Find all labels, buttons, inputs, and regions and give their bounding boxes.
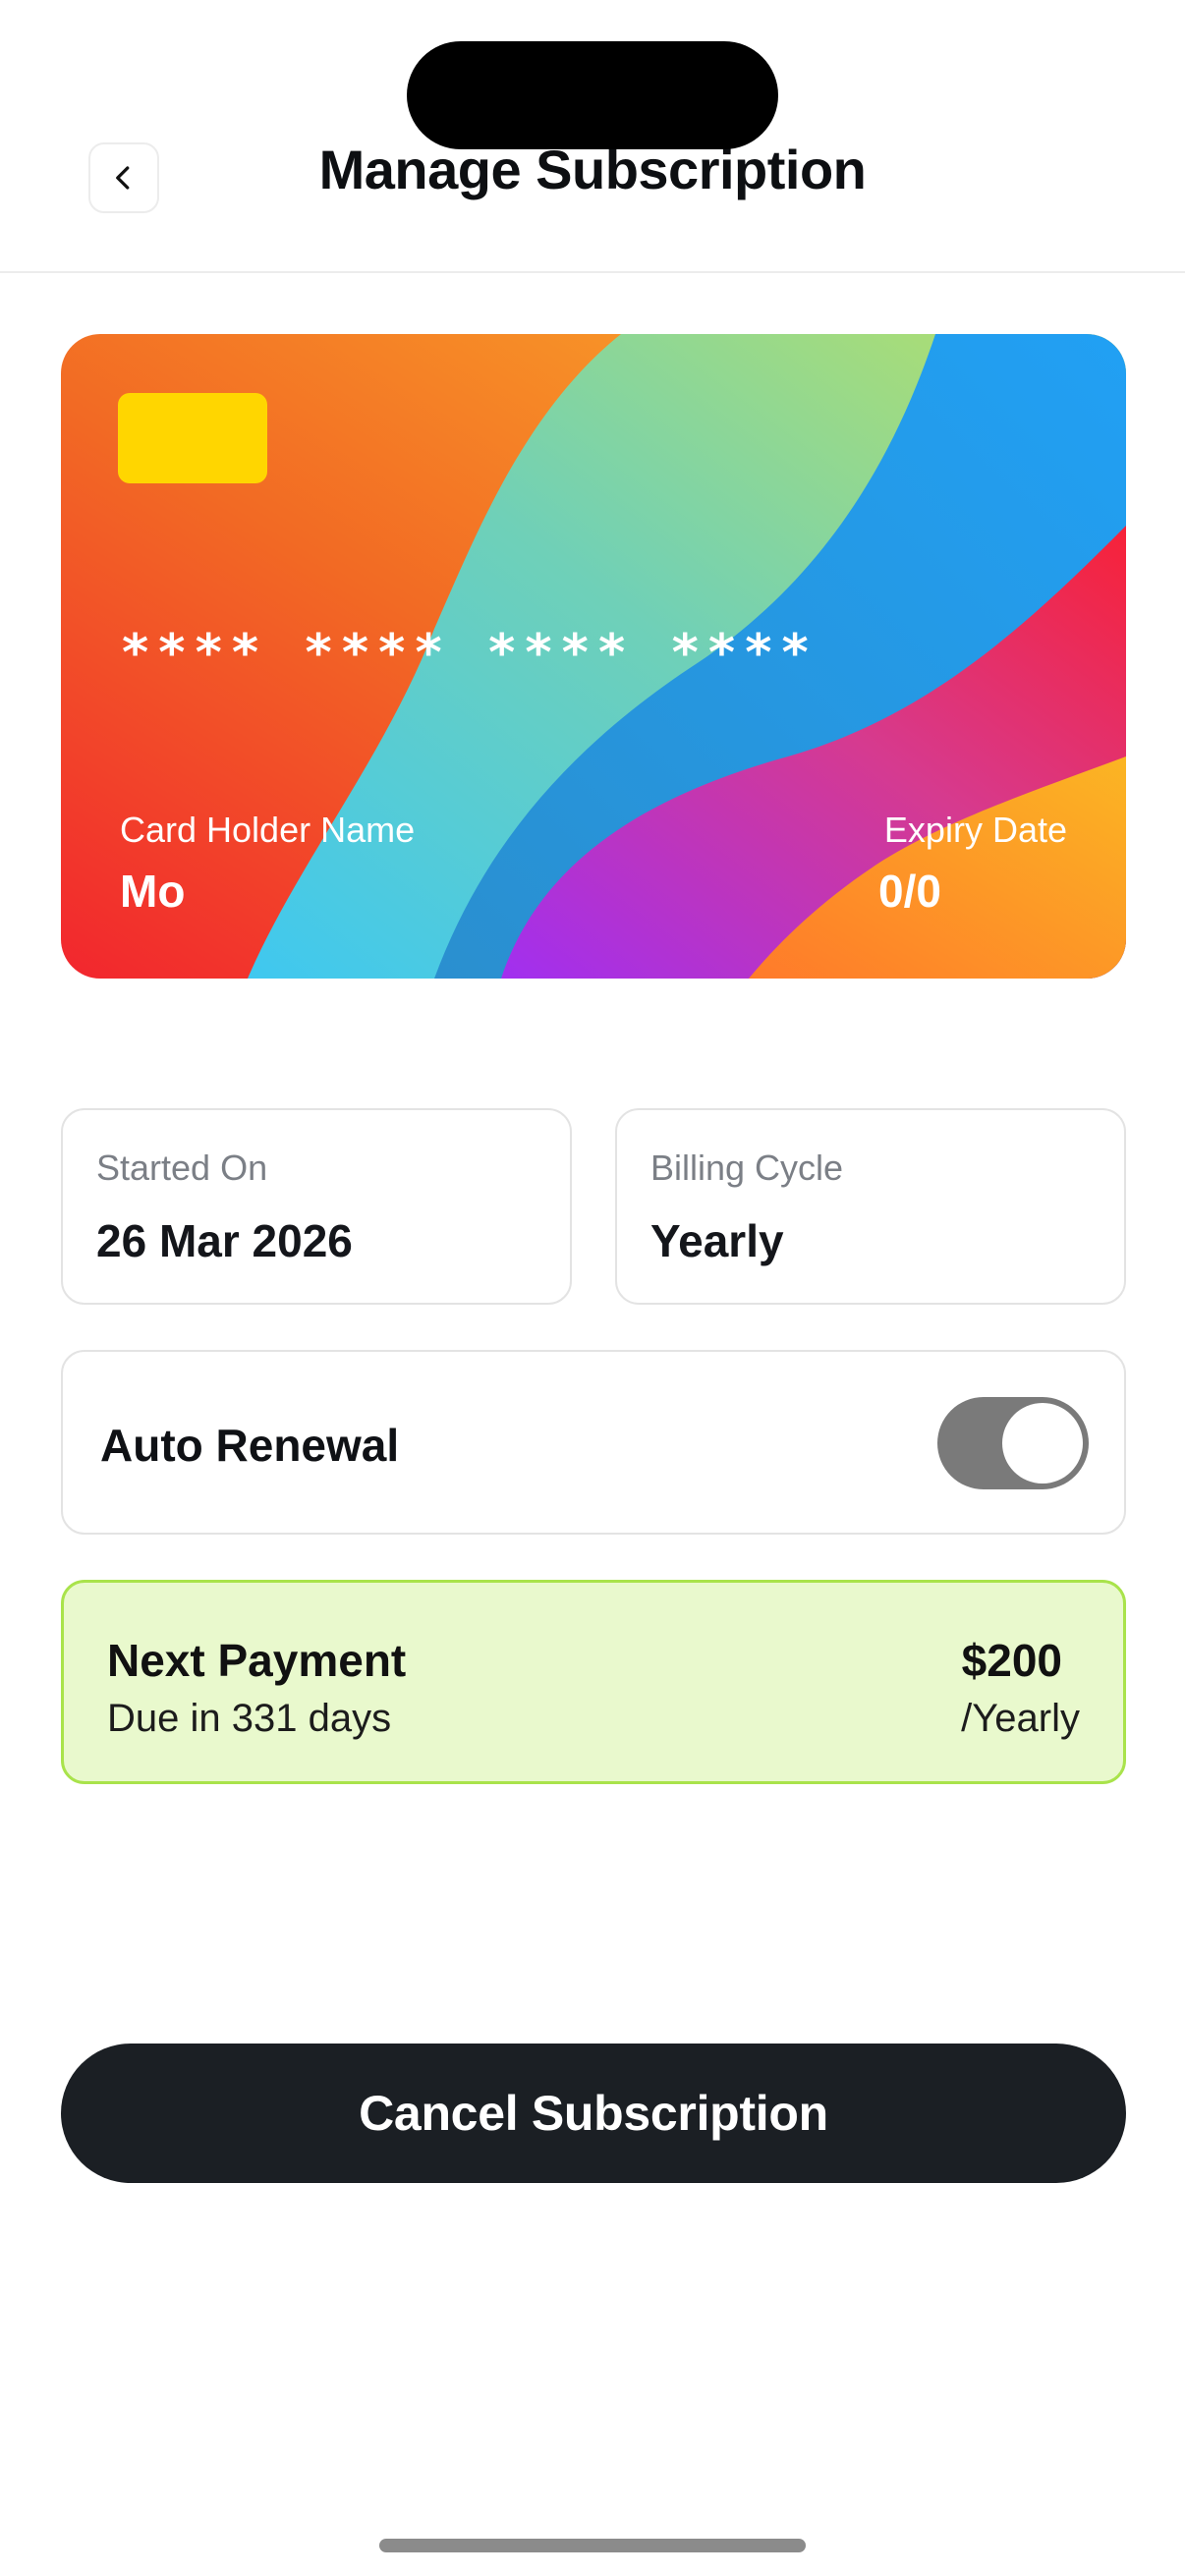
started-on-label: Started On xyxy=(96,1148,268,1188)
started-on-box: Started On 26 Mar 2026 xyxy=(61,1108,572,1305)
next-payment-amount: $200 xyxy=(961,1635,1062,1686)
manage-subscription-screen: Manage Subscription **** **** **** **** … xyxy=(0,0,1185,2576)
started-on-value: 26 Mar 2026 xyxy=(96,1215,353,1266)
auto-renewal-row: Auto Renewal xyxy=(61,1350,1126,1535)
next-payment-cycle: /Yearly xyxy=(961,1697,1080,1740)
card-chip xyxy=(118,393,267,483)
next-payment-card: Next Payment Due in 331 days $200 /Yearl… xyxy=(61,1580,1126,1784)
next-payment-due: Due in 331 days xyxy=(107,1697,392,1740)
expiry-date-value: 0/0 xyxy=(878,866,941,917)
cancel-subscription-button[interactable]: Cancel Subscription xyxy=(61,2044,1126,2183)
toggle-knob xyxy=(1002,1403,1083,1484)
card-holder-label: Card Holder Name xyxy=(120,810,416,850)
card-number: **** **** **** **** xyxy=(120,624,817,683)
billing-cycle-box: Billing Cycle Yearly xyxy=(615,1108,1126,1305)
next-payment-title: Next Payment xyxy=(107,1635,407,1686)
card-holder-value: Mo xyxy=(120,866,186,917)
home-indicator xyxy=(379,2539,806,2552)
auto-renewal-label: Auto Renewal xyxy=(100,1420,400,1471)
billing-cycle-label: Billing Cycle xyxy=(650,1148,844,1188)
billing-cycle-value: Yearly xyxy=(650,1215,784,1266)
auto-renewal-toggle[interactable] xyxy=(937,1397,1089,1489)
dynamic-island xyxy=(407,41,778,149)
expiry-date-label: Expiry Date xyxy=(883,810,1067,850)
credit-card: **** **** **** **** Card Holder Name Mo … xyxy=(61,334,1126,979)
